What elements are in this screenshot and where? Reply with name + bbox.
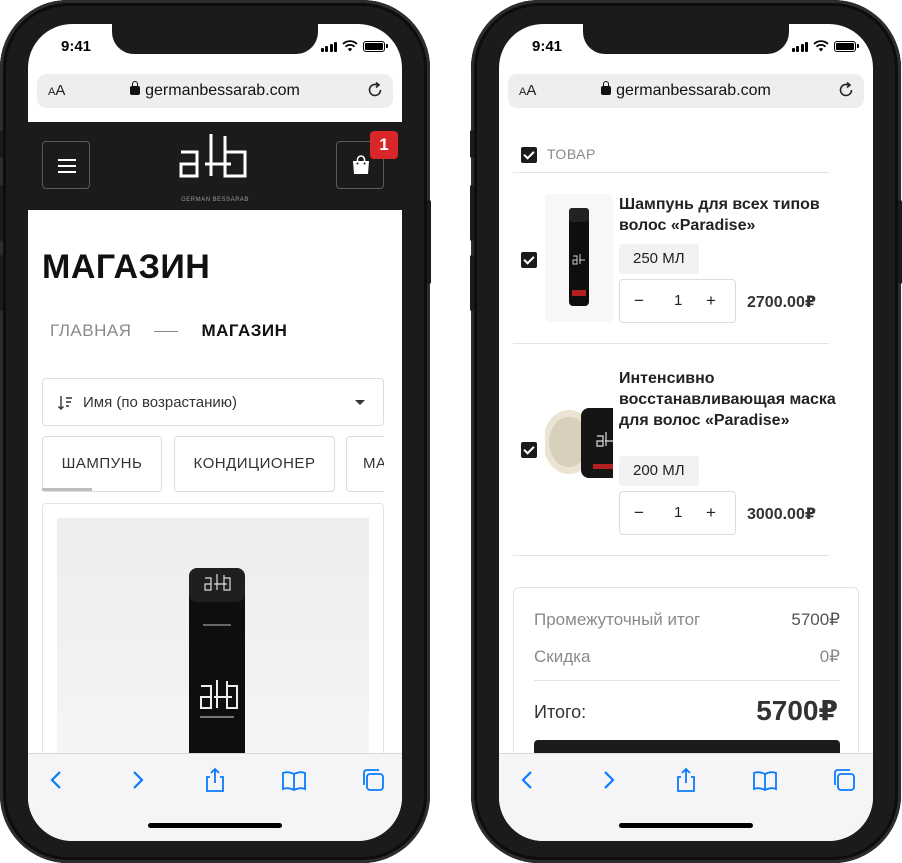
product-image[interactable] xyxy=(57,518,369,764)
phone-frame-cart: 9:41 AA germanbessarab.com ТОВАР Шампунь… xyxy=(470,0,902,863)
sort-ascending-icon xyxy=(58,396,72,410)
breadcrumb-current: МАГАЗИН xyxy=(201,321,288,340)
item-checkbox[interactable] xyxy=(521,252,537,268)
total-label: Итого: xyxy=(534,702,587,722)
item-name[interactable]: Шампунь для всех типов волос «Paradise» xyxy=(619,194,847,236)
reload-icon[interactable] xyxy=(836,80,856,100)
share-icon[interactable] xyxy=(202,767,228,793)
tabs-icon[interactable] xyxy=(360,767,386,793)
total-value: 5700₽ xyxy=(756,695,838,726)
chevron-down-icon xyxy=(355,400,365,405)
item-checkbox[interactable] xyxy=(521,442,537,458)
breadcrumb-home[interactable]: ГЛАВНАЯ xyxy=(50,321,131,341)
status-time: 9:41 xyxy=(61,38,92,55)
lock-icon xyxy=(601,81,612,95)
wifi-icon xyxy=(813,40,829,52)
phone-screen: 9:41 AA germanbessarab.com ТОВАР Шампунь… xyxy=(499,24,873,841)
notch xyxy=(112,24,318,54)
discount-row: Скидка 0₽ xyxy=(534,647,840,667)
summary-divider xyxy=(534,680,840,681)
discount-label: Скидка xyxy=(534,647,591,666)
shampoo-bottle-image xyxy=(569,208,589,306)
site-header: GERMAN BESSARAB xyxy=(28,122,402,210)
minus-icon[interactable]: − xyxy=(634,291,644,311)
product-thumbnail[interactable] xyxy=(545,386,613,496)
cart-item: Интенсивно восстанавливающая маска для в… xyxy=(513,344,836,556)
gb-logo-icon xyxy=(179,134,247,178)
phone-frame-shop: 9:41 AA germanbessarab.com GERMAN BESSAR… xyxy=(0,0,431,863)
signal-icon xyxy=(791,41,808,52)
tab-mask[interactable]: МА xyxy=(346,436,384,492)
address-bar[interactable]: AA germanbessarab.com xyxy=(508,74,864,108)
reload-icon[interactable] xyxy=(365,80,385,100)
cart-header-row: ТОВАР xyxy=(513,144,829,173)
page-title: МАГАЗИН xyxy=(42,248,211,286)
battery-icon xyxy=(834,40,859,52)
breadcrumb: ГЛАВНАЯ МАГАЗИН xyxy=(50,321,287,341)
item-volume: 250 МЛ xyxy=(619,244,699,274)
signal-icon xyxy=(320,41,337,52)
browser-toolbar xyxy=(28,753,402,841)
tab-conditioner[interactable]: КОНДИЦИОНЕР xyxy=(174,436,335,492)
share-icon[interactable] xyxy=(673,767,699,793)
subtotal-row: Промежуточный итог 5700₽ xyxy=(534,610,840,630)
logo-subtitle: GERMAN BESSARAB xyxy=(181,197,249,203)
quantity-value: 1 xyxy=(674,504,683,521)
select-all-checkbox[interactable] xyxy=(521,147,537,163)
notch xyxy=(583,24,789,54)
category-tabs: ШАМПУНЬ КОНДИЦИОНЕР МА xyxy=(42,436,384,492)
url-field[interactable]: germanbessarab.com xyxy=(508,81,864,100)
active-tab-indicator xyxy=(42,488,92,491)
status-time: 9:41 xyxy=(532,38,563,55)
subtotal-label: Промежуточный итог xyxy=(534,610,701,629)
discount-value: 0₽ xyxy=(819,647,840,666)
product-card[interactable] xyxy=(42,503,384,764)
bookmarks-icon[interactable] xyxy=(752,767,778,793)
battery-icon xyxy=(363,40,388,52)
tab-shampoo[interactable]: ШАМПУНЬ xyxy=(42,436,162,492)
plus-icon[interactable]: + xyxy=(706,291,716,311)
wifi-icon xyxy=(342,40,358,52)
menu-button[interactable] xyxy=(42,141,90,189)
quantity-stepper[interactable]: − 1 + xyxy=(619,279,736,323)
forward-icon[interactable] xyxy=(595,767,621,793)
tabs-icon[interactable] xyxy=(831,767,857,793)
plus-icon[interactable]: + xyxy=(706,503,716,523)
item-price: 3000.00₽ xyxy=(747,506,816,523)
quantity-stepper[interactable]: − 1 + xyxy=(619,491,736,535)
quantity-value: 1 xyxy=(674,292,683,309)
item-price: 2700.00₽ xyxy=(747,294,816,311)
bookmarks-icon[interactable] xyxy=(281,767,307,793)
hair-mask-jar-image xyxy=(545,408,613,478)
sort-select[interactable]: Имя (по возрастанию) xyxy=(42,378,384,426)
column-label-product: ТОВАР xyxy=(547,146,596,162)
shopping-bag-icon xyxy=(353,155,369,174)
shampoo-bottle-image xyxy=(189,568,245,764)
url-domain: germanbessarab.com xyxy=(145,82,300,99)
back-icon[interactable] xyxy=(515,767,541,793)
cart-item: Шампунь для всех типов волос «Paradise» … xyxy=(513,174,829,344)
browser-toolbar xyxy=(499,753,873,841)
back-icon[interactable] xyxy=(44,767,70,793)
item-name[interactable]: Интенсивно восстанавливающая маска для в… xyxy=(619,368,847,431)
subtotal-value: 5700₽ xyxy=(791,610,840,629)
cart-count-badge: 1 xyxy=(370,131,398,159)
phone-screen: 9:41 AA germanbessarab.com GERMAN BESSAR… xyxy=(28,24,402,841)
item-volume: 200 МЛ xyxy=(619,456,699,486)
url-domain: germanbessarab.com xyxy=(616,82,771,99)
minus-icon[interactable]: − xyxy=(634,503,644,523)
home-indicator xyxy=(148,823,282,828)
forward-icon[interactable] xyxy=(124,767,150,793)
sort-selected-value: Имя (по возрастанию) xyxy=(83,394,237,411)
breadcrumb-separator xyxy=(154,330,179,332)
lock-icon xyxy=(130,81,141,95)
product-thumbnail[interactable] xyxy=(545,194,613,322)
brand-logo[interactable]: GERMAN BESSARAB xyxy=(175,126,255,206)
url-field[interactable]: germanbessarab.com xyxy=(37,81,393,100)
home-indicator xyxy=(619,823,753,828)
address-bar[interactable]: AA germanbessarab.com xyxy=(37,74,393,108)
